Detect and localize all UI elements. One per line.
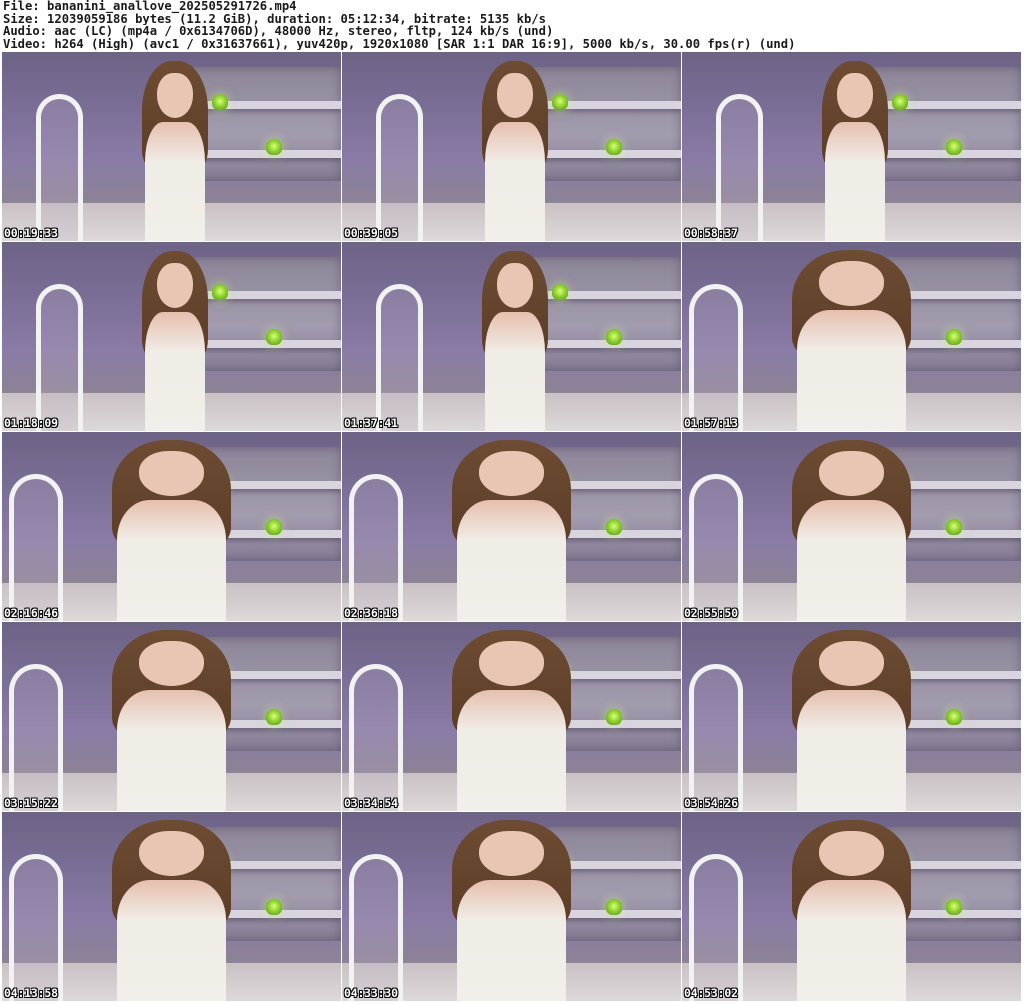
thumbnail-timestamp: 04:13:58 <box>4 986 58 1000</box>
audio-info-line: Audio: aac (LC) (mp4a / 0x6134706D), 480… <box>3 25 554 38</box>
person <box>138 251 213 431</box>
person <box>138 61 213 241</box>
standing-mirror <box>348 473 403 621</box>
standing-mirror <box>348 663 403 811</box>
video-thumbnail: 04:33:30 <box>342 812 681 1001</box>
video-thumbnail: 02:55:50 <box>682 432 1021 621</box>
standing-mirror <box>688 663 743 811</box>
video-thumbnail: 03:34:54 <box>342 622 681 811</box>
thumbnail-timestamp: 00:58:37 <box>684 226 738 240</box>
thumbnail-timestamp: 02:16:46 <box>4 606 58 620</box>
thumbnail-timestamp: 04:33:30 <box>344 986 398 1000</box>
glowing-plant <box>552 93 569 110</box>
person <box>444 629 580 811</box>
standing-mirror <box>688 473 743 621</box>
person <box>104 439 240 621</box>
video-thumbnail: 01:18:09 <box>2 242 341 431</box>
file-name-line: File: bananini_anallove_202505291726.mp4 <box>3 0 297 13</box>
video-thumbnail: 00:58:37 <box>682 52 1021 241</box>
glowing-plant <box>266 328 283 345</box>
file-size-line: Size: 12039059186 bytes (11.2 GiB), dura… <box>3 12 546 26</box>
thumbnail-timestamp: 04:53:02 <box>684 986 738 1000</box>
person <box>818 61 893 241</box>
glowing-plant <box>946 898 963 915</box>
video-thumbnail: 03:54:26 <box>682 622 1021 811</box>
thumbnail-timestamp: 01:18:09 <box>4 416 58 430</box>
glowing-plant <box>892 93 909 110</box>
person <box>104 629 240 811</box>
video-thumbnail: 04:53:02 <box>682 812 1021 1001</box>
standing-mirror <box>688 853 743 1001</box>
thumbnail-timestamp: 03:34:54 <box>344 796 398 810</box>
thumbnail-timestamp: 00:19:33 <box>4 226 58 240</box>
thumbnail-timestamp: 03:54:26 <box>684 796 738 810</box>
glowing-plant <box>266 898 283 915</box>
thumbnail-timestamp: 02:36:18 <box>344 606 398 620</box>
glowing-plant <box>606 138 623 155</box>
glowing-plant <box>946 518 963 535</box>
glowing-plant <box>212 93 229 110</box>
glowing-plant <box>606 518 623 535</box>
glowing-plant <box>266 138 283 155</box>
person <box>784 249 920 431</box>
glowing-plant <box>946 328 963 345</box>
standing-mirror <box>375 93 424 241</box>
standing-mirror <box>348 853 403 1001</box>
standing-mirror <box>375 283 424 431</box>
standing-mirror <box>8 663 63 811</box>
video-thumbnail: 04:13:58 <box>2 812 341 1001</box>
glowing-plant <box>266 708 283 725</box>
video-thumbnail: 01:37:41 <box>342 242 681 431</box>
person <box>784 439 920 621</box>
thumbnail-timestamp: 00:39:05 <box>344 226 398 240</box>
standing-mirror <box>8 853 63 1001</box>
person <box>478 251 553 431</box>
glowing-plant <box>606 328 623 345</box>
standing-mirror <box>688 283 743 431</box>
thumbnail-timestamp: 01:37:41 <box>344 416 398 430</box>
standing-mirror <box>35 93 84 241</box>
standing-mirror <box>8 473 63 621</box>
thumbnail-timestamp: 02:55:50 <box>684 606 738 620</box>
video-thumbnail: 03:15:22 <box>2 622 341 811</box>
video-thumbnail: 00:39:05 <box>342 52 681 241</box>
glowing-plant <box>266 518 283 535</box>
video-thumbnail: 00:19:33 <box>2 52 341 241</box>
person <box>784 819 920 1001</box>
glowing-plant <box>946 708 963 725</box>
thumbnail-grid: 00:19:33 00:39:05 00:58:37 01:18:09 01:37:41… <box>2 52 1022 1002</box>
person <box>478 61 553 241</box>
thumbnail-timestamp: 03:15:22 <box>4 796 58 810</box>
person <box>444 819 580 1001</box>
video-thumbnail: 01:57:13 <box>682 242 1021 431</box>
glowing-plant <box>212 283 229 300</box>
glowing-plant <box>552 283 569 300</box>
standing-mirror <box>715 93 764 241</box>
person <box>784 629 920 811</box>
video-thumbnail: 02:16:46 <box>2 432 341 621</box>
thumbnail-timestamp: 01:57:13 <box>684 416 738 430</box>
glowing-plant <box>946 138 963 155</box>
file-info-header: File: bananini_anallove_202505291726.mp4… <box>3 0 1021 52</box>
standing-mirror <box>35 283 84 431</box>
video-info-line: Video: h264 (High) (avc1 / 0x31637661), … <box>3 37 796 51</box>
glowing-plant <box>606 898 623 915</box>
person <box>104 819 240 1001</box>
glowing-plant <box>606 708 623 725</box>
video-thumbnail: 02:36:18 <box>342 432 681 621</box>
person <box>444 439 580 621</box>
